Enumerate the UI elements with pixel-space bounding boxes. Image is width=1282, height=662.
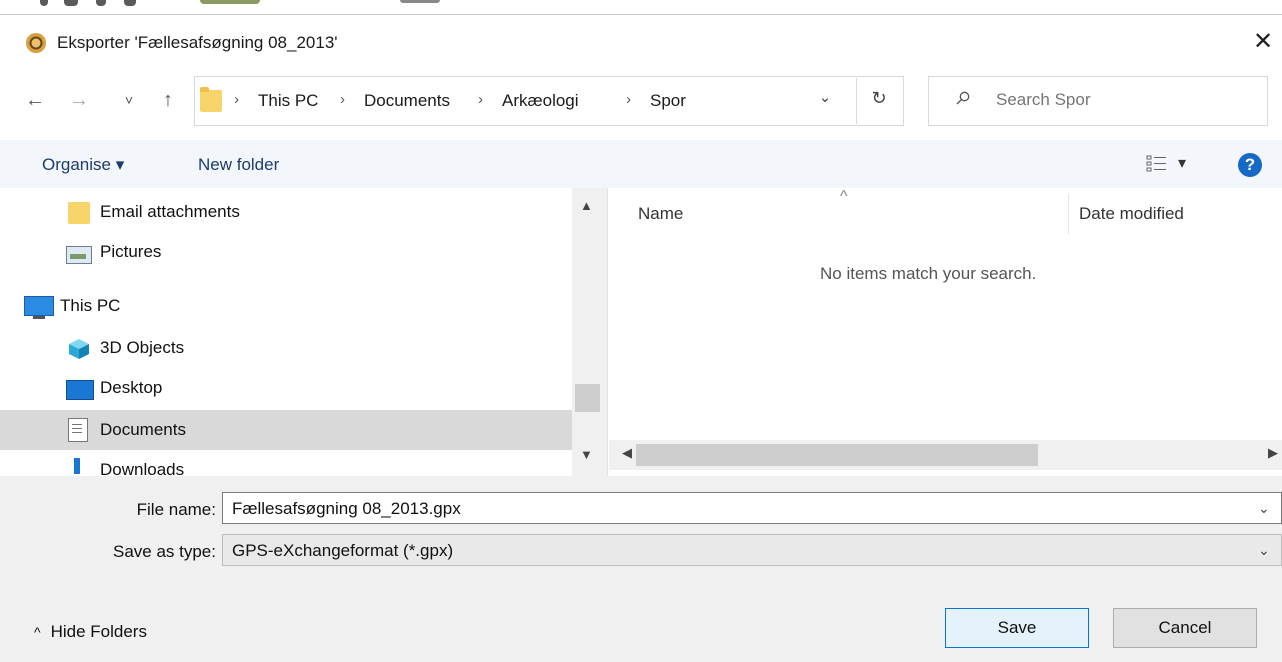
back-button[interactable]: ← (22, 89, 48, 112)
recent-locations-button[interactable]: ˅ (116, 92, 142, 108)
navigation-pane[interactable]: Email attachments Pictures This PC 3D Ob… (0, 188, 607, 476)
sidebar-item-label: Desktop (100, 378, 163, 397)
breadcrumb-spor[interactable]: Spor (650, 91, 686, 111)
close-button[interactable]: ✕ (1250, 26, 1276, 58)
file-list-pane[interactable] (607, 188, 1282, 476)
folder-icon (200, 87, 222, 112)
sidebar-item-label: Downloads (100, 460, 185, 476)
sidebar-item-this-pc[interactable]: This PC (0, 286, 572, 326)
sidebar-item-label: Documents (100, 420, 186, 439)
search-input[interactable] (994, 89, 1248, 111)
sidebar-item-pictures[interactable]: Pictures (0, 232, 572, 272)
sidebar-scrollbar[interactable] (572, 188, 607, 476)
chevron-up-icon: ^ (34, 624, 41, 640)
breadcrumb-separator: › (626, 91, 631, 108)
details-view-icon (1146, 155, 1166, 172)
breadcrumb-arkaeologi[interactable]: Arkæologi (502, 91, 579, 111)
computer-icon (24, 296, 54, 319)
desktop-icon (66, 380, 94, 400)
new-folder-button[interactable]: New folder (198, 155, 279, 175)
scroll-left-icon[interactable]: ◀ (622, 445, 632, 461)
scroll-down-icon[interactable]: ▼ (580, 447, 593, 462)
help-button[interactable]: ? (1238, 153, 1262, 177)
empty-message: No items match your search. (820, 264, 1037, 283)
sidebar-scrollbar-thumb[interactable] (575, 384, 600, 412)
documents-icon (68, 418, 88, 442)
file-name-value[interactable]: Fællesafsøgning 08_2013.gpx (232, 499, 461, 519)
command-bar (0, 140, 1282, 188)
3d-objects-icon (68, 338, 90, 360)
file-name-label: File name: (136, 500, 216, 519)
downloads-icon (74, 458, 80, 474)
save-as-type-value[interactable]: GPS-eXchangeformat (*.gpx) (232, 541, 453, 561)
window-title: Eksporter 'Fællesafsøgning 08_2013' (57, 33, 338, 52)
divider (856, 78, 857, 124)
up-button[interactable]: ↑ (155, 89, 181, 112)
column-header-date-modified[interactable]: Date modified (1079, 204, 1184, 224)
breadcrumb-this-pc[interactable]: This PC (258, 91, 318, 111)
folder-icon (68, 202, 90, 224)
breadcrumb-separator: › (234, 91, 239, 108)
sidebar-item-documents[interactable]: Documents (0, 410, 572, 450)
refresh-button[interactable]: ↻ (866, 88, 892, 109)
sidebar-item-label: Email attachments (100, 202, 240, 221)
sidebar-item-label: This PC (60, 296, 121, 315)
search-icon (956, 91, 970, 105)
save-button[interactable]: Save (945, 608, 1089, 648)
breadcrumb-documents[interactable]: Documents (364, 91, 450, 111)
column-header-name[interactable]: Name (638, 204, 683, 224)
column-divider[interactable] (1068, 194, 1069, 234)
breadcrumb-separator: › (478, 91, 483, 108)
chevron-down-icon: ▾ (1178, 155, 1187, 172)
forward-button[interactable]: → (66, 89, 92, 112)
background-window-strip (0, 0, 1282, 14)
save-as-type-label: Save as type: (112, 542, 216, 561)
sort-indicator-icon: ^ (840, 188, 848, 205)
pictures-icon (66, 246, 92, 264)
hide-folders-button[interactable]: ^ Hide Folders (34, 622, 147, 642)
hide-folders-label: Hide Folders (50, 622, 147, 641)
sidebar-item-3d-objects[interactable]: 3D Objects (0, 328, 572, 368)
sidebar-item-label: 3D Objects (100, 338, 185, 357)
chevron-down-icon[interactable]: ⌄ (1258, 542, 1270, 559)
sidebar-item-desktop[interactable]: Desktop (0, 368, 572, 408)
sidebar-item-label: Pictures (100, 242, 162, 261)
horizontal-scrollbar-thumb[interactable] (636, 444, 1038, 466)
cancel-button[interactable]: Cancel (1113, 608, 1257, 648)
sidebar-item-downloads[interactable]: Downloads (0, 450, 572, 476)
app-icon (26, 33, 46, 53)
view-options-button[interactable]: ▾ (1146, 153, 1194, 175)
scroll-up-icon[interactable]: ▲ (580, 198, 593, 213)
chevron-down-icon[interactable]: ⌄ (1258, 500, 1270, 517)
organise-button[interactable]: Organise ▾ (42, 155, 124, 175)
address-dropdown-button[interactable]: ⌄ (812, 88, 838, 106)
scroll-right-icon[interactable]: ▶ (1268, 445, 1278, 461)
breadcrumb-separator: › (340, 91, 345, 108)
sidebar-item-email-attachments[interactable]: Email attachments (0, 192, 572, 232)
